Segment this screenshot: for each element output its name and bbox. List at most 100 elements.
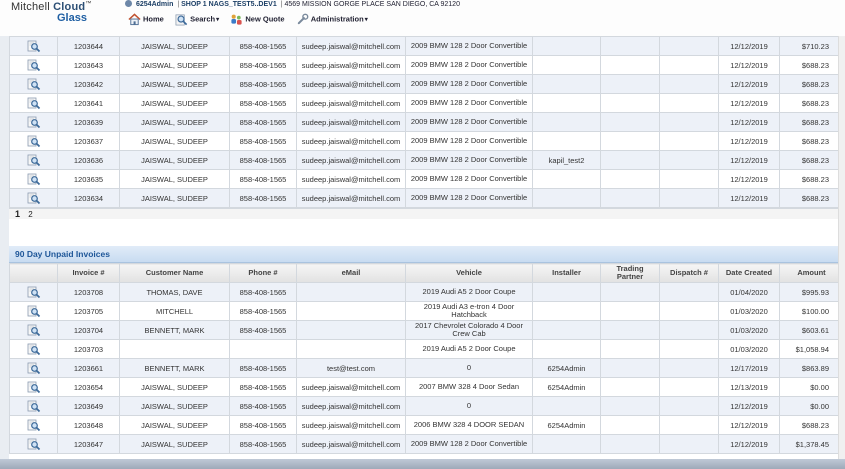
view-invoice-button[interactable]: [9, 282, 58, 302]
view-invoice-button[interactable]: [9, 36, 58, 56]
table-row[interactable]: 1203704 BENNETT, MARK 858-408-1565 2017 Che…: [9, 320, 844, 340]
cell-vehicle: 2009 BMW 128 2 Door Convertible: [405, 434, 533, 454]
column-header-installer[interactable]: Installer: [532, 263, 601, 283]
column-header-phone[interactable]: Phone #: [229, 263, 297, 283]
table-row[interactable]: 1203641 JAISWAL, SUDEEP 858-408-1565 sudeep…: [9, 93, 844, 113]
view-invoice-button[interactable]: [9, 188, 58, 208]
vertical-scrollbar[interactable]: [838, 36, 845, 459]
view-invoice-button[interactable]: [9, 55, 58, 75]
username: 6254Admin: [136, 1, 174, 8]
table-row[interactable]: 1203642 JAISWAL, SUDEEP 858-408-1565 sudeep…: [9, 74, 844, 94]
cell-amount: $688.23: [779, 169, 844, 189]
table-row[interactable]: 1203635 JAISWAL, SUDEEP 858-408-1565 sudeep…: [9, 169, 844, 189]
table-row[interactable]: 1203649 JAISWAL, SUDEEP 858-408-1565 sudeep…: [9, 396, 844, 416]
chevron-down-icon: ▾: [364, 17, 368, 24]
cell-invoice-number: 1203649: [57, 396, 120, 416]
nav-search-label: Search: [190, 14, 216, 24]
page-1-link[interactable]: 1: [15, 209, 20, 219]
magnifier-document-icon: [27, 78, 40, 90]
cell-customer-name: JAISWAL, SUDEEP: [119, 396, 230, 416]
table-row[interactable]: 1203634 JAISWAL, SUDEEP 858-408-1565 sudeep…: [9, 188, 844, 208]
cell-trading-partner: [600, 282, 660, 302]
column-header-date-created[interactable]: Date Created: [718, 263, 780, 283]
column-header-invoice[interactable]: Invoice #: [57, 263, 120, 283]
cell-customer-name: [119, 339, 230, 359]
table-row[interactable]: 1203661 BENNETT, MARK 858-408-1565 test@tes…: [9, 358, 844, 378]
cell-customer-name: BENNETT, MARK: [119, 358, 230, 378]
nav-search[interactable]: Search▾: [175, 13, 219, 26]
cell-phone: 858-408-1565: [229, 415, 297, 435]
cell-vehicle: 2009 BMW 128 2 Door Convertible: [405, 93, 533, 113]
cell-phone: 858-408-1565: [229, 358, 297, 378]
view-invoice-button[interactable]: [9, 131, 58, 151]
table-row[interactable]: 1203708 THOMAS, DAVE 858-408-1565 2019 Audi…: [9, 282, 844, 302]
view-invoice-button[interactable]: [9, 301, 58, 321]
view-invoice-button[interactable]: [9, 169, 58, 189]
column-header-email[interactable]: eMail: [296, 263, 406, 283]
table-row[interactable]: 1203648 JAISWAL, SUDEEP 858-408-1565 sudeep…: [9, 415, 844, 435]
view-invoice-button[interactable]: [9, 74, 58, 94]
cell-vehicle: 2017 Chevrolet Colorado 4 Door Crew Cab: [405, 320, 533, 340]
page-2-link[interactable]: 2: [28, 210, 32, 219]
magnifier-document-icon: [27, 324, 40, 336]
cell-customer-name: JAISWAL, SUDEEP: [119, 188, 230, 208]
column-header-vehicle[interactable]: Vehicle: [405, 263, 533, 283]
nav-home[interactable]: Home: [128, 13, 164, 26]
mitchell-cloud-glass-logo[interactable]: Mitchell Cloud™ Glass: [11, 1, 121, 35]
view-invoice-button[interactable]: [9, 358, 58, 378]
magnifier-icon: [175, 14, 188, 26]
table-row[interactable]: 1203637 JAISWAL, SUDEEP 858-408-1565 sudeep…: [9, 131, 844, 151]
view-invoice-button[interactable]: [9, 112, 58, 132]
magnifier-document-icon: [27, 305, 40, 317]
cell-installer: 6254Admin: [532, 415, 601, 435]
view-invoice-button[interactable]: [9, 339, 58, 359]
column-header-actions[interactable]: [9, 263, 58, 283]
app-header: Mitchell Cloud™ Glass 6254Admin | SHOP 1 …: [0, 0, 845, 37]
table-row[interactable]: 1203703 2019 Audi A5 2 Door Coupe 01/03/20…: [9, 339, 844, 359]
brand-glass: Glass: [57, 12, 87, 24]
column-header-customer-name[interactable]: Customer Name: [119, 263, 230, 283]
cell-trading-partner: [600, 339, 660, 359]
table-row[interactable]: 1203636 JAISWAL, SUDEEP 858-408-1565 sudeep…: [9, 150, 844, 170]
cell-trading-partner: [600, 93, 660, 113]
cell-amount: $688.23: [779, 150, 844, 170]
cell-installer: [532, 396, 601, 416]
view-invoice-button[interactable]: [9, 320, 58, 340]
table-row[interactable]: 1203643 JAISWAL, SUDEEP 858-408-1565 sudeep…: [9, 55, 844, 75]
nav-administration[interactable]: Administration▾: [296, 13, 368, 26]
cell-customer-name: JAISWAL, SUDEEP: [119, 74, 230, 94]
cell-date-created: 01/03/2020: [718, 301, 780, 321]
table-row[interactable]: 1203705 MITCHELL 858-408-1565 2019 Audi A3 …: [9, 301, 844, 321]
cell-invoice-number: 1203704: [57, 320, 120, 340]
cell-installer: [532, 434, 601, 454]
cell-date-created: 12/12/2019: [718, 396, 780, 416]
cell-trading-partner: [600, 131, 660, 151]
cell-customer-name: JAISWAL, SUDEEP: [119, 55, 230, 75]
main-nav: Home Search▾ New Quote Administration▾: [128, 13, 377, 33]
cell-trading-partner: [600, 150, 660, 170]
column-header-dispatch[interactable]: Dispatch #: [659, 263, 719, 283]
view-invoice-button[interactable]: [9, 150, 58, 170]
column-header-trading-partner[interactable]: Trading Partner: [600, 263, 660, 283]
view-invoice-button[interactable]: [9, 93, 58, 113]
table-row[interactable]: 1203644 JAISWAL, SUDEEP 858-408-1565 sudeep…: [9, 36, 844, 56]
table-row[interactable]: 1203639 JAISWAL, SUDEEP 858-408-1565 sudeep…: [9, 112, 844, 132]
cell-vehicle: 2009 BMW 128 2 Door Convertible: [405, 131, 533, 151]
chevron-down-icon: ▾: [216, 17, 220, 24]
cell-phone: 858-408-1565: [229, 131, 297, 151]
table-row[interactable]: 1203647 JAISWAL, SUDEEP 858-408-1565 sudeep…: [9, 434, 844, 454]
view-invoice-button[interactable]: [9, 415, 58, 435]
nav-new-quote[interactable]: New Quote: [230, 13, 285, 26]
cell-customer-name: JAISWAL, SUDEEP: [119, 434, 230, 454]
view-invoice-button[interactable]: [9, 377, 58, 397]
column-header-amount[interactable]: Amount: [779, 263, 844, 283]
view-invoice-button[interactable]: [9, 434, 58, 454]
table-row[interactable]: 1203654 JAISWAL, SUDEEP 858-408-1565 sudeep…: [9, 377, 844, 397]
cell-amount: $688.23: [779, 55, 844, 75]
cell-email: sudeep.jaiswal@mitchell.com: [296, 55, 406, 75]
cell-amount: $1,378.45: [779, 434, 844, 454]
nav-administration-label: Administration: [310, 14, 364, 24]
magnifier-document-icon: [27, 438, 40, 450]
view-invoice-button[interactable]: [9, 396, 58, 416]
cell-dispatch-number: [659, 131, 719, 151]
